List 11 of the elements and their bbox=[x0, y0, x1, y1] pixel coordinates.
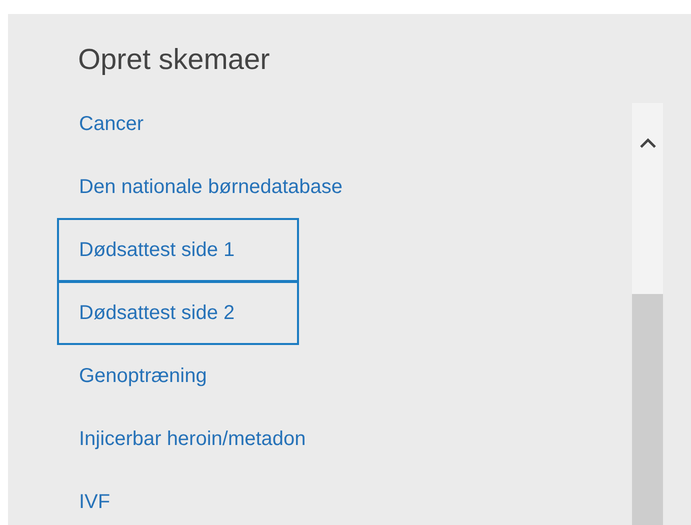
form-link[interactable]: Cancer bbox=[57, 92, 144, 156]
form-link[interactable]: Dødsattest side 2 bbox=[57, 281, 299, 345]
form-link[interactable]: Genoptræning bbox=[57, 344, 207, 408]
form-link[interactable]: Injicerbar heroin/metadon bbox=[57, 407, 306, 471]
panel-title: Opret skemaer bbox=[77, 43, 270, 78]
form-link[interactable]: IVF bbox=[57, 470, 110, 525]
scrollbar-thumb[interactable] bbox=[632, 294, 663, 525]
form-link[interactable]: Dødsattest side 1 bbox=[57, 218, 299, 282]
scrollbar[interactable] bbox=[632, 103, 663, 525]
chevron-up-icon[interactable] bbox=[640, 138, 656, 148]
form-link[interactable]: Den nationale børnedatabase bbox=[57, 155, 343, 219]
